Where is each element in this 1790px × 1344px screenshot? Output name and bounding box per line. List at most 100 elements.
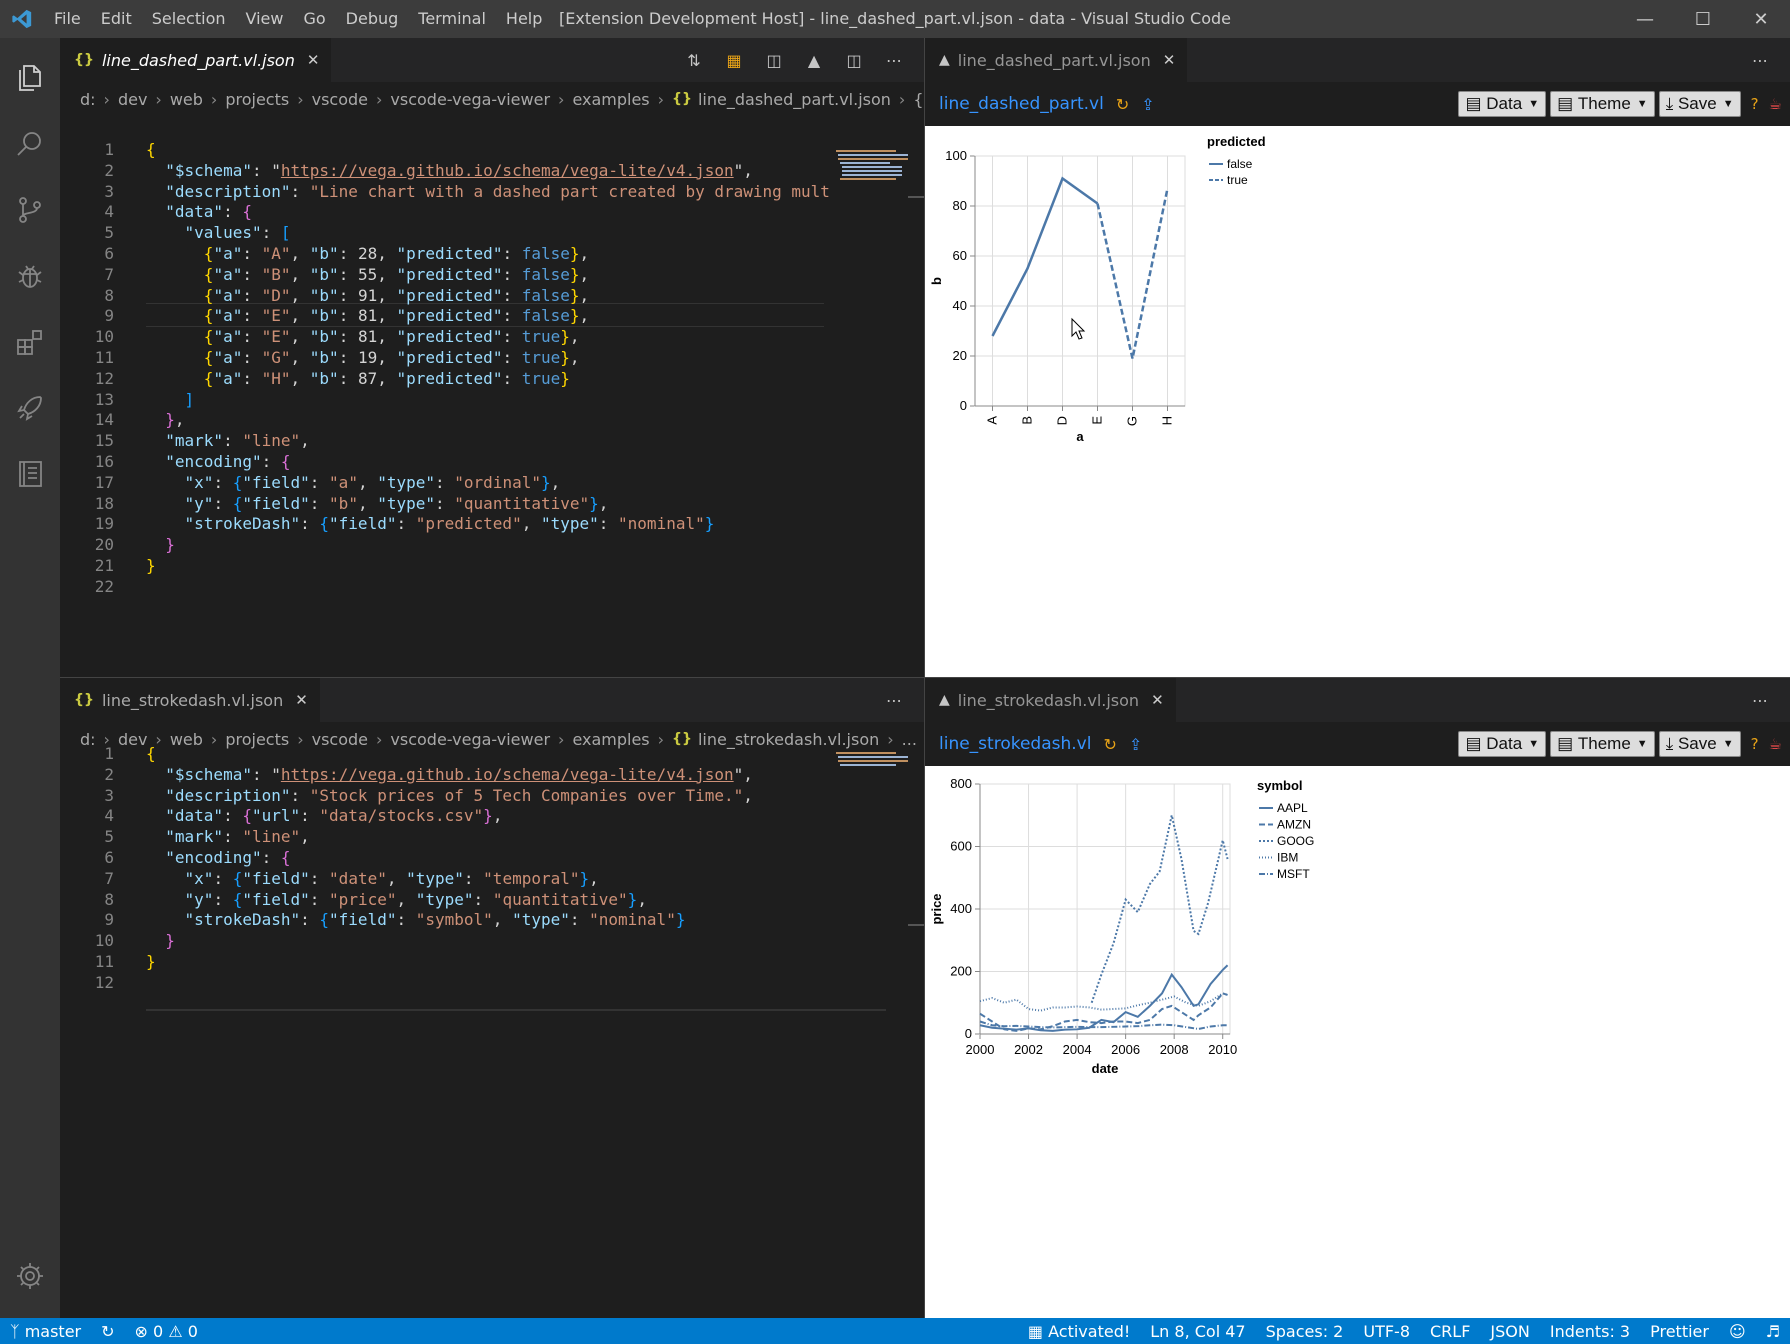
y-axis-title: price — [929, 893, 944, 924]
code-token: , — [550, 472, 561, 492]
more-actions-icon[interactable]: ⋯ — [874, 51, 914, 70]
code-line[interactable]: "strokeDash": {"field": "symbol", "type"… — [146, 908, 686, 932]
code-token: 55 — [357, 264, 378, 284]
chart-icon[interactable]: ▲ — [794, 51, 834, 70]
tab-preview-line-strokedash[interactable]: ▲ line_strokedash.vl.json ✕ — [925, 678, 1176, 722]
breadcrumb-item[interactable]: projects — [225, 90, 289, 109]
menu-view[interactable]: View — [236, 0, 294, 38]
breadcrumb-item[interactable]: line_dashed_part.vl.json — [698, 90, 891, 109]
indentation[interactable]: Spaces: 2 — [1256, 1322, 1354, 1341]
y-tick-label: 200 — [950, 964, 972, 979]
end-of-line[interactable]: CRLF — [1420, 1322, 1480, 1341]
code-line[interactable]: } — [146, 950, 156, 974]
preview-side-icon[interactable]: ◫ — [754, 51, 794, 70]
breadcrumb-item[interactable]: web — [170, 90, 203, 109]
breadcrumb-item[interactable]: web — [170, 730, 203, 749]
code-token: 81 — [357, 306, 378, 326]
source-control-icon[interactable] — [0, 182, 60, 238]
rocket-icon[interactable] — [0, 380, 60, 436]
files-icon[interactable] — [0, 50, 60, 106]
code-area[interactable]: 1{2 "$schema": "https://vega.github.io/s… — [60, 140, 924, 678]
indents-count[interactable]: Indents: 3 — [1540, 1322, 1640, 1341]
share-icon[interactable]: ⇪ — [1129, 735, 1142, 754]
code-line[interactable]: } — [146, 554, 156, 578]
breadcrumb: d: › dev › web › projects › vscode › vscode-vega-v… — [60, 82, 924, 116]
breadcrumb-item[interactable]: vscode-vega-viewer — [390, 90, 550, 109]
language-mode[interactable]: JSON — [1480, 1322, 1539, 1341]
help-icon[interactable]: ? — [1751, 95, 1759, 113]
scrollbar-thumb[interactable] — [908, 924, 924, 926]
coffee-icon[interactable]: ☕ — [1769, 95, 1782, 113]
theme-button[interactable]: ▤ Theme ▼ — [1550, 731, 1655, 757]
code-token: "encoding" — [165, 452, 262, 471]
branch-indicator[interactable]: ᛉ master — [0, 1322, 91, 1341]
scrollbar-thumb[interactable] — [908, 196, 924, 198]
save-button[interactable]: ⤓ Save ▼ — [1658, 91, 1741, 117]
breadcrumb-item[interactable]: dev — [118, 730, 147, 749]
more-actions-icon[interactable]: ⋯ — [1740, 51, 1780, 70]
breadcrumb-item[interactable]: ... — [902, 730, 917, 749]
close-tab-icon[interactable]: ✕ — [295, 691, 308, 709]
tab-preview-line-dashed-part[interactable]: ▲ line_dashed_part.vl.json ✕ — [925, 38, 1188, 82]
file-encoding[interactable]: UTF-8 — [1353, 1322, 1420, 1341]
menu-edit[interactable]: Edit — [91, 0, 142, 38]
coffee-icon[interactable]: ☕ — [1769, 735, 1782, 753]
close-icon[interactable]: ✕ — [1732, 0, 1790, 38]
tab-line-strokedash[interactable]: {} line_strokedash.vl.json ✕ — [60, 678, 320, 722]
minimap[interactable] — [832, 752, 920, 1252]
spec-name-link[interactable]: line_dashed_part.vl — [939, 94, 1104, 114]
menu-debug[interactable]: Debug — [336, 0, 409, 38]
split-editor-icon[interactable]: ◫ — [834, 51, 874, 70]
breadcrumb-item[interactable]: examples — [572, 90, 649, 109]
minimap[interactable] — [832, 150, 920, 650]
theme-button[interactable]: ▤ Theme ▼ — [1550, 91, 1655, 117]
breadcrumb-item[interactable]: line_strokedash.vl.json — [698, 730, 879, 749]
maximize-icon[interactable]: ☐ — [1674, 0, 1732, 38]
breadcrumb-item[interactable]: vscode — [312, 730, 368, 749]
cursor-position[interactable]: Ln 8, Col 47 — [1140, 1322, 1255, 1341]
sync-icon[interactable]: ↻ — [91, 1322, 124, 1341]
code-line[interactable]: {"a": "H", "b": 87, "predicted": true} — [146, 367, 570, 391]
tab-line-dashed-part[interactable]: {} line_dashed_part.vl.json ✕ — [60, 38, 332, 82]
close-tab-icon[interactable]: ✕ — [1151, 691, 1164, 709]
extensions-icon[interactable] — [0, 314, 60, 370]
breadcrumb-item[interactable]: examples — [572, 730, 649, 749]
bell-icon[interactable]: ♬ — [1756, 1322, 1790, 1341]
spec-name-link[interactable]: line_strokedash.vl — [939, 734, 1091, 754]
compare-icon[interactable]: ⇅ — [674, 51, 714, 70]
code-area[interactable]: 1{2 "$schema": "https://vega.github.io/s… — [60, 744, 924, 1318]
data-button[interactable]: ▤ Data ▼ — [1458, 731, 1547, 757]
search-icon[interactable] — [0, 116, 60, 172]
activated-status[interactable]: ▦ Activated! — [1018, 1322, 1140, 1341]
share-icon[interactable]: ⇪ — [1141, 95, 1154, 114]
close-tab-icon[interactable]: ✕ — [1163, 51, 1176, 69]
menu-help[interactable]: Help — [496, 0, 552, 38]
minimize-icon[interactable]: — — [1616, 0, 1674, 38]
help-icon[interactable]: ? — [1751, 735, 1759, 753]
formatter[interactable]: Prettier — [1640, 1322, 1719, 1341]
data-button[interactable]: ▤ Data ▼ — [1458, 91, 1547, 117]
gear-icon[interactable] — [0, 1248, 60, 1304]
breadcrumb-item[interactable]: projects — [225, 730, 289, 749]
table-icon[interactable]: ▦ — [714, 51, 754, 70]
code-line[interactable]: "strokeDash": {"field": "predicted", "ty… — [146, 512, 715, 536]
save-button[interactable]: ⤓ Save ▼ — [1658, 731, 1741, 757]
breadcrumb-item[interactable]: dev — [118, 90, 147, 109]
problems-indicator[interactable]: ⊗ 0 ⚠ 0 — [125, 1322, 208, 1341]
feedback-icon[interactable]: ☺ — [1719, 1322, 1756, 1341]
refresh-icon[interactable]: ↻ — [1103, 735, 1116, 754]
close-tab-icon[interactable]: ✕ — [307, 51, 320, 69]
more-actions-icon[interactable]: ⋯ — [874, 691, 914, 710]
menu-file[interactable]: File — [44, 0, 91, 38]
more-actions-icon[interactable]: ⋯ — [1740, 691, 1780, 710]
notebook-icon[interactable] — [0, 446, 60, 502]
debug-icon[interactable] — [0, 248, 60, 304]
menu-terminal[interactable]: Terminal — [408, 0, 496, 38]
menu-go[interactable]: Go — [293, 0, 335, 38]
refresh-icon[interactable]: ↻ — [1116, 95, 1129, 114]
breadcrumb-item[interactable]: vscode-vega-viewer — [390, 730, 550, 749]
breadcrumb-item[interactable]: vscode — [312, 90, 368, 109]
menu-selection[interactable]: Selection — [142, 0, 236, 38]
breadcrumb-item[interactable]: d: — [80, 90, 96, 109]
